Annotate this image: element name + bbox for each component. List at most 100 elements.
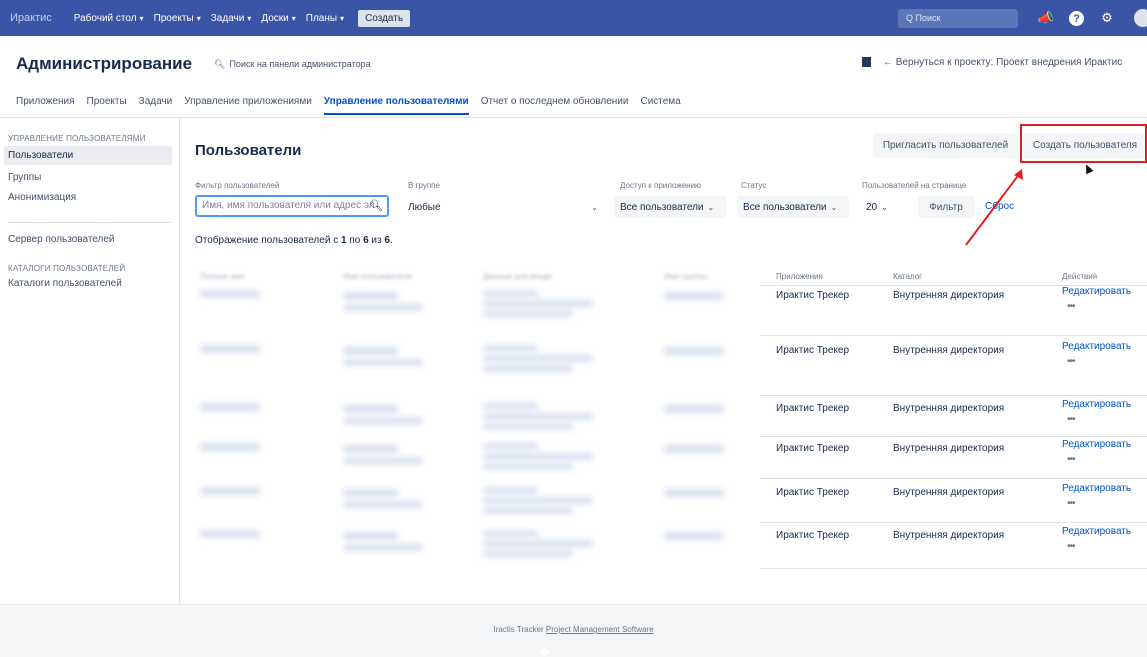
user-filter-placeholder: Имя, имя пользователя или адрес эл xyxy=(202,200,375,211)
edit-user-link[interactable]: Редактировать xyxy=(1062,483,1131,494)
search-icon: 🔍︎ xyxy=(369,200,383,212)
more-actions-icon[interactable]: ••• xyxy=(1067,498,1075,509)
edit-user-link[interactable]: Редактировать xyxy=(1062,286,1131,297)
create-button[interactable]: Создать xyxy=(358,9,411,27)
edit-user-link[interactable]: Редактировать xyxy=(1062,399,1131,410)
back-to-project-link[interactable]: ← Вернуться к проекту: Проект внедрения … xyxy=(883,57,1122,68)
gear-icon[interactable]: ⚙ xyxy=(1099,10,1115,26)
tab-upgrade-report[interactable]: Отчет о последнем обновлении xyxy=(481,96,629,115)
column-header-applications: Приложения xyxy=(776,272,823,281)
sidebar-item-groups[interactable]: Группы xyxy=(8,172,41,183)
cell-directory: Внутренняя директория xyxy=(893,345,1005,356)
count-suffix: . xyxy=(389,235,393,246)
blurred-cell xyxy=(483,310,573,317)
group-select[interactable]: Любые ⌄ xyxy=(402,196,604,218)
column-header-actions: Действия xyxy=(1062,272,1098,281)
blurred-cell xyxy=(483,290,538,297)
nav-boards[interactable]: Доски ▾ xyxy=(261,13,295,24)
blurred-cell xyxy=(343,347,398,355)
chevron-down-icon: ⌄ xyxy=(707,202,715,212)
nav-plans[interactable]: Планы ▾ xyxy=(306,13,344,24)
tab-projects[interactable]: Проекты xyxy=(87,96,127,115)
blurred-cell xyxy=(483,487,538,494)
blurred-cell xyxy=(200,345,260,353)
admin-search-link[interactable]: 🔍︎ Поиск на панели администратора xyxy=(214,59,371,70)
user-filter-input[interactable]: Имя, имя пользователя или адрес эл 🔍︎ xyxy=(195,195,389,217)
more-actions-icon[interactable]: ••• xyxy=(1067,356,1075,367)
nav-issues-label: Задачи xyxy=(210,12,245,24)
row-divider xyxy=(760,335,1147,336)
megaphone-icon[interactable]: 📣 xyxy=(1038,10,1054,26)
cell-directory: Внутренняя директория xyxy=(893,443,1005,454)
page-title: Пользователи xyxy=(195,142,302,159)
edit-user-link[interactable]: Редактировать xyxy=(1062,439,1131,450)
count-prefix: Отображение пользователей с xyxy=(195,235,341,246)
nav-dashboard-label: Рабочий стол xyxy=(73,12,137,24)
footer-text: Iractis Tracker Project Management Softw… xyxy=(0,625,1147,634)
column-header-full-name[interactable]: Полное имя xyxy=(200,272,245,281)
status-select[interactable]: Все пользователи ⌄ xyxy=(737,196,849,218)
global-search-input[interactable]: Q Поиск xyxy=(898,9,1018,28)
status-select-value: Все пользователи xyxy=(743,201,827,213)
blurred-cell xyxy=(343,359,423,366)
column-header-username[interactable]: Имя пользователя xyxy=(343,272,411,281)
edit-user-link[interactable]: Редактировать xyxy=(1062,526,1131,537)
more-actions-icon[interactable]: ••• xyxy=(1067,541,1075,552)
tab-manage-apps[interactable]: Управление приложениями xyxy=(184,96,312,115)
cell-application: Ирактис Трекер xyxy=(776,345,850,356)
chevron-down-icon: ▾ xyxy=(196,13,201,23)
blurred-cell xyxy=(483,453,593,460)
chevron-down-icon: ⌄ xyxy=(591,202,598,212)
tab-applications[interactable]: Приложения xyxy=(16,96,75,115)
blurred-cell xyxy=(483,507,573,514)
app-access-label: Доступ к приложению xyxy=(620,181,702,190)
row-divider xyxy=(760,436,1147,437)
app-logo[interactable]: Ирактис xyxy=(10,12,52,24)
admin-tabs: Приложения Проекты Задачи Управление при… xyxy=(16,96,681,115)
tab-user-management[interactable]: Управление пользователями xyxy=(323,96,469,115)
chevron-down-icon: ▾ xyxy=(247,13,252,23)
invite-users-button[interactable]: Пригласить пользователей xyxy=(873,133,1018,158)
nav-dashboard[interactable]: Рабочий стол ▾ xyxy=(74,13,144,24)
per-page-select[interactable]: 20 ⌄ xyxy=(860,196,908,218)
avatar[interactable] xyxy=(1134,9,1147,27)
blurred-cell xyxy=(200,290,260,298)
footer-link[interactable]: Project Management Software xyxy=(546,625,654,634)
sidebar-item-user-server[interactable]: Сервер пользователей xyxy=(8,234,115,245)
blurred-cell xyxy=(664,292,724,300)
tab-issues[interactable]: Задачи xyxy=(139,96,173,115)
blurred-cell xyxy=(483,463,573,470)
sidebar-item-anonymization[interactable]: Анонимизация xyxy=(8,192,76,203)
sidebar-item-user-directories[interactable]: Каталоги пользователей xyxy=(8,278,122,289)
blurred-cell xyxy=(343,304,423,311)
top-navigation-bar: Ирактис Рабочий стол ▾ Проекты ▾ Задачи ▾ Д… xyxy=(0,0,1147,36)
blurred-cell xyxy=(200,443,260,451)
blurred-cell xyxy=(343,457,423,464)
admin-search-label: Поиск на панели администратора xyxy=(229,59,371,69)
more-actions-icon[interactable]: ••• xyxy=(1067,301,1075,312)
red-arrow-annotation xyxy=(965,169,1023,246)
edit-user-link[interactable]: Редактировать xyxy=(1062,341,1131,352)
blurred-cell xyxy=(483,413,593,420)
sidebar-heading-users: УПРАВЛЕНИЕ ПОЛЬЗОВАТЕЛЯМИ xyxy=(8,134,146,143)
more-actions-icon[interactable]: ••• xyxy=(1067,454,1075,465)
blurred-cell xyxy=(343,544,423,551)
tab-system[interactable]: Система xyxy=(640,96,680,115)
blurred-cell xyxy=(343,489,398,497)
nav-projects[interactable]: Проекты ▾ xyxy=(154,13,201,24)
footer-logo xyxy=(541,648,549,656)
group-filter-label: В группе xyxy=(408,181,440,190)
more-actions-icon[interactable]: ••• xyxy=(1067,414,1075,425)
nav-issues[interactable]: Задачи ▾ xyxy=(211,13,252,24)
column-header-login: Данные для входа xyxy=(483,272,552,281)
row-divider xyxy=(760,395,1147,396)
sidebar-item-users[interactable]: Пользователи xyxy=(4,146,172,165)
app-access-select[interactable]: Все пользователи ⌄ xyxy=(614,196,726,218)
mouse-cursor-icon xyxy=(1082,162,1094,175)
blurred-cell xyxy=(483,550,573,557)
help-icon[interactable]: ? xyxy=(1069,11,1084,26)
feedback-icon[interactable] xyxy=(862,57,871,67)
chevron-down-icon: ▾ xyxy=(340,13,345,23)
blurred-cell xyxy=(483,530,538,537)
blurred-cell xyxy=(664,347,724,355)
